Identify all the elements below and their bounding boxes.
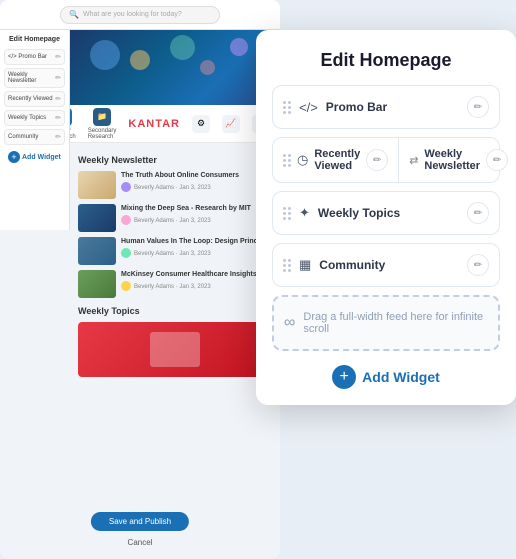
article-4: McKinsey Consumer Healthcare Insights...… xyxy=(78,270,272,298)
widget-weekly-topics[interactable]: ✦ Weekly Topics ✏ xyxy=(272,191,500,235)
drag-handle-promo xyxy=(283,101,291,114)
promo-bar-icon: </> xyxy=(299,100,318,115)
article-2-thumb xyxy=(78,204,116,232)
top-bar: 🔍 What are you looking for today? xyxy=(0,0,280,30)
icon-4: ⚙ xyxy=(197,118,205,129)
avatar-1 xyxy=(121,182,131,192)
secondary-research-icon: 📁 xyxy=(97,112,107,121)
infinity-icon: ∞ xyxy=(284,314,295,332)
add-widget-plus-icon: + xyxy=(332,365,356,389)
recently-viewed-label: RecentlyViewed xyxy=(314,148,360,172)
promo-bar-edit-btn[interactable]: ✏ xyxy=(467,96,489,118)
drag-handle-community xyxy=(283,259,291,272)
nav-icon-5: 📈 xyxy=(222,115,240,133)
weekly-newsletter-edit-btn[interactable]: ✏ xyxy=(486,149,508,171)
save-publish-btn[interactable]: Save and Publish xyxy=(91,512,189,531)
sidebar-add-widget[interactable]: + Add Widget xyxy=(4,151,65,163)
sidebar-recently: Recently Viewed ✏ xyxy=(4,91,65,107)
recently-viewed-icon: ◷ xyxy=(297,152,308,168)
add-widget-button[interactable]: + Add Widget xyxy=(272,365,500,389)
weekly-topics-label: Weekly Topics xyxy=(318,206,459,220)
nav-row: 📊 Primary Research 📁 Secondary Research … xyxy=(70,105,280,143)
weekly-topics-edit-btn[interactable]: ✏ xyxy=(467,202,489,224)
widget-recently-viewed[interactable]: ◷ RecentlyViewed ✏ xyxy=(273,138,399,182)
swap-icon: ⇄ xyxy=(409,154,418,167)
sidebar-newsletter: Weekly Newsletter ✏ xyxy=(4,68,65,88)
avatar-3 xyxy=(121,248,131,258)
community-edit-btn[interactable]: ✏ xyxy=(467,254,489,276)
hero-banner xyxy=(70,30,280,105)
sidebar-community: Community ✏ xyxy=(4,129,65,145)
article-2-text: Mixing the Deep Sea - Research by MIT Be… xyxy=(121,204,272,225)
widget-double-row: ◷ RecentlyViewed ✏ ⇄ WeeklyNewsletter ✏ xyxy=(272,137,500,183)
avatar-4 xyxy=(121,281,131,291)
article-1-thumb xyxy=(78,171,116,199)
widget-promo-bar[interactable]: </> Promo Bar ✏ xyxy=(272,85,500,129)
article-4-thumb xyxy=(78,270,116,298)
article-1-text: The Truth About Online Consumers Beverly… xyxy=(121,171,272,192)
drag-handle-topics xyxy=(283,207,291,220)
cancel-link[interactable]: Cancel xyxy=(128,538,153,547)
background-page: 🔍 What are you looking for today? Edit H… xyxy=(0,0,280,559)
promo-bar-label: Promo Bar xyxy=(326,100,459,114)
avatar-2 xyxy=(121,215,131,225)
drag-handle-recently xyxy=(283,154,291,167)
nav-kantar: KANTAR xyxy=(128,118,180,130)
recently-viewed-edit-btn[interactable]: ✏ xyxy=(366,149,388,171)
weekly-newsletter-heading: Weekly Newsletter xyxy=(78,155,272,165)
page-content: Weekly Newsletter The Truth About Online… xyxy=(70,143,280,389)
article-3-thumb xyxy=(78,237,116,265)
topics-thumb xyxy=(150,332,200,367)
sidebar-title: Edit Homepage xyxy=(4,36,65,43)
article-4-text: McKinsey Consumer Healthcare Insights...… xyxy=(121,270,272,291)
hero-circle-1 xyxy=(90,40,120,70)
search-placeholder: What are you looking for today? xyxy=(83,11,182,18)
sidebar-promo: </> Promo Bar ✏ xyxy=(4,49,65,65)
weekly-newsletter-label: WeeklyNewsletter xyxy=(424,148,480,172)
community-icon: ▦ xyxy=(299,257,311,273)
search-bar[interactable]: 🔍 What are you looking for today? xyxy=(60,6,220,24)
sidebar-add-label: Add Widget xyxy=(22,154,61,161)
article-3: Human Values In The Loop: Design Princ..… xyxy=(78,237,272,265)
hero-circle-3 xyxy=(170,35,195,60)
widget-weekly-newsletter[interactable]: ⇄ WeeklyNewsletter ✏ xyxy=(399,138,516,182)
weekly-topics-icon: ✦ xyxy=(299,205,310,221)
icon-5: 📈 xyxy=(225,118,236,129)
weekly-topics-heading: Weekly Topics xyxy=(78,306,272,316)
hero-circle-4 xyxy=(200,60,215,75)
content-area: 📊 Primary Research 📁 Secondary Research … xyxy=(70,30,280,389)
hero-circle-2 xyxy=(130,50,150,70)
add-plus-icon: + xyxy=(8,151,20,163)
panel-title: Edit Homepage xyxy=(272,50,500,71)
nav-secondary-research: 📁 Secondary Research xyxy=(88,108,117,140)
edit-homepage-panel: Edit Homepage </> Promo Bar ✏ ◷ Recently… xyxy=(256,30,516,405)
nav-icon-4: ⚙ xyxy=(192,115,210,133)
hero-circle-5 xyxy=(230,38,248,56)
sidebar-topics: Weekly Topics ✏ xyxy=(4,110,65,126)
community-label: Community xyxy=(319,258,459,272)
article-2: Mixing the Deep Sea - Research by MIT Be… xyxy=(78,204,272,232)
kantar-logo: KANTAR xyxy=(128,118,180,130)
mini-sidebar: Edit Homepage </> Promo Bar ✏ Weekly New… xyxy=(0,30,70,230)
topics-hero xyxy=(78,322,272,377)
drop-zone[interactable]: ∞ Drag a full-width feed here for infini… xyxy=(272,295,500,351)
widget-community[interactable]: ▦ Community ✏ xyxy=(272,243,500,287)
article-3-text: Human Values In The Loop: Design Princ..… xyxy=(121,237,272,258)
add-widget-label: Add Widget xyxy=(362,369,440,385)
article-1: The Truth About Online Consumers Beverly… xyxy=(78,171,272,199)
drop-zone-text: Drag a full-width feed here for infinite… xyxy=(303,311,488,335)
